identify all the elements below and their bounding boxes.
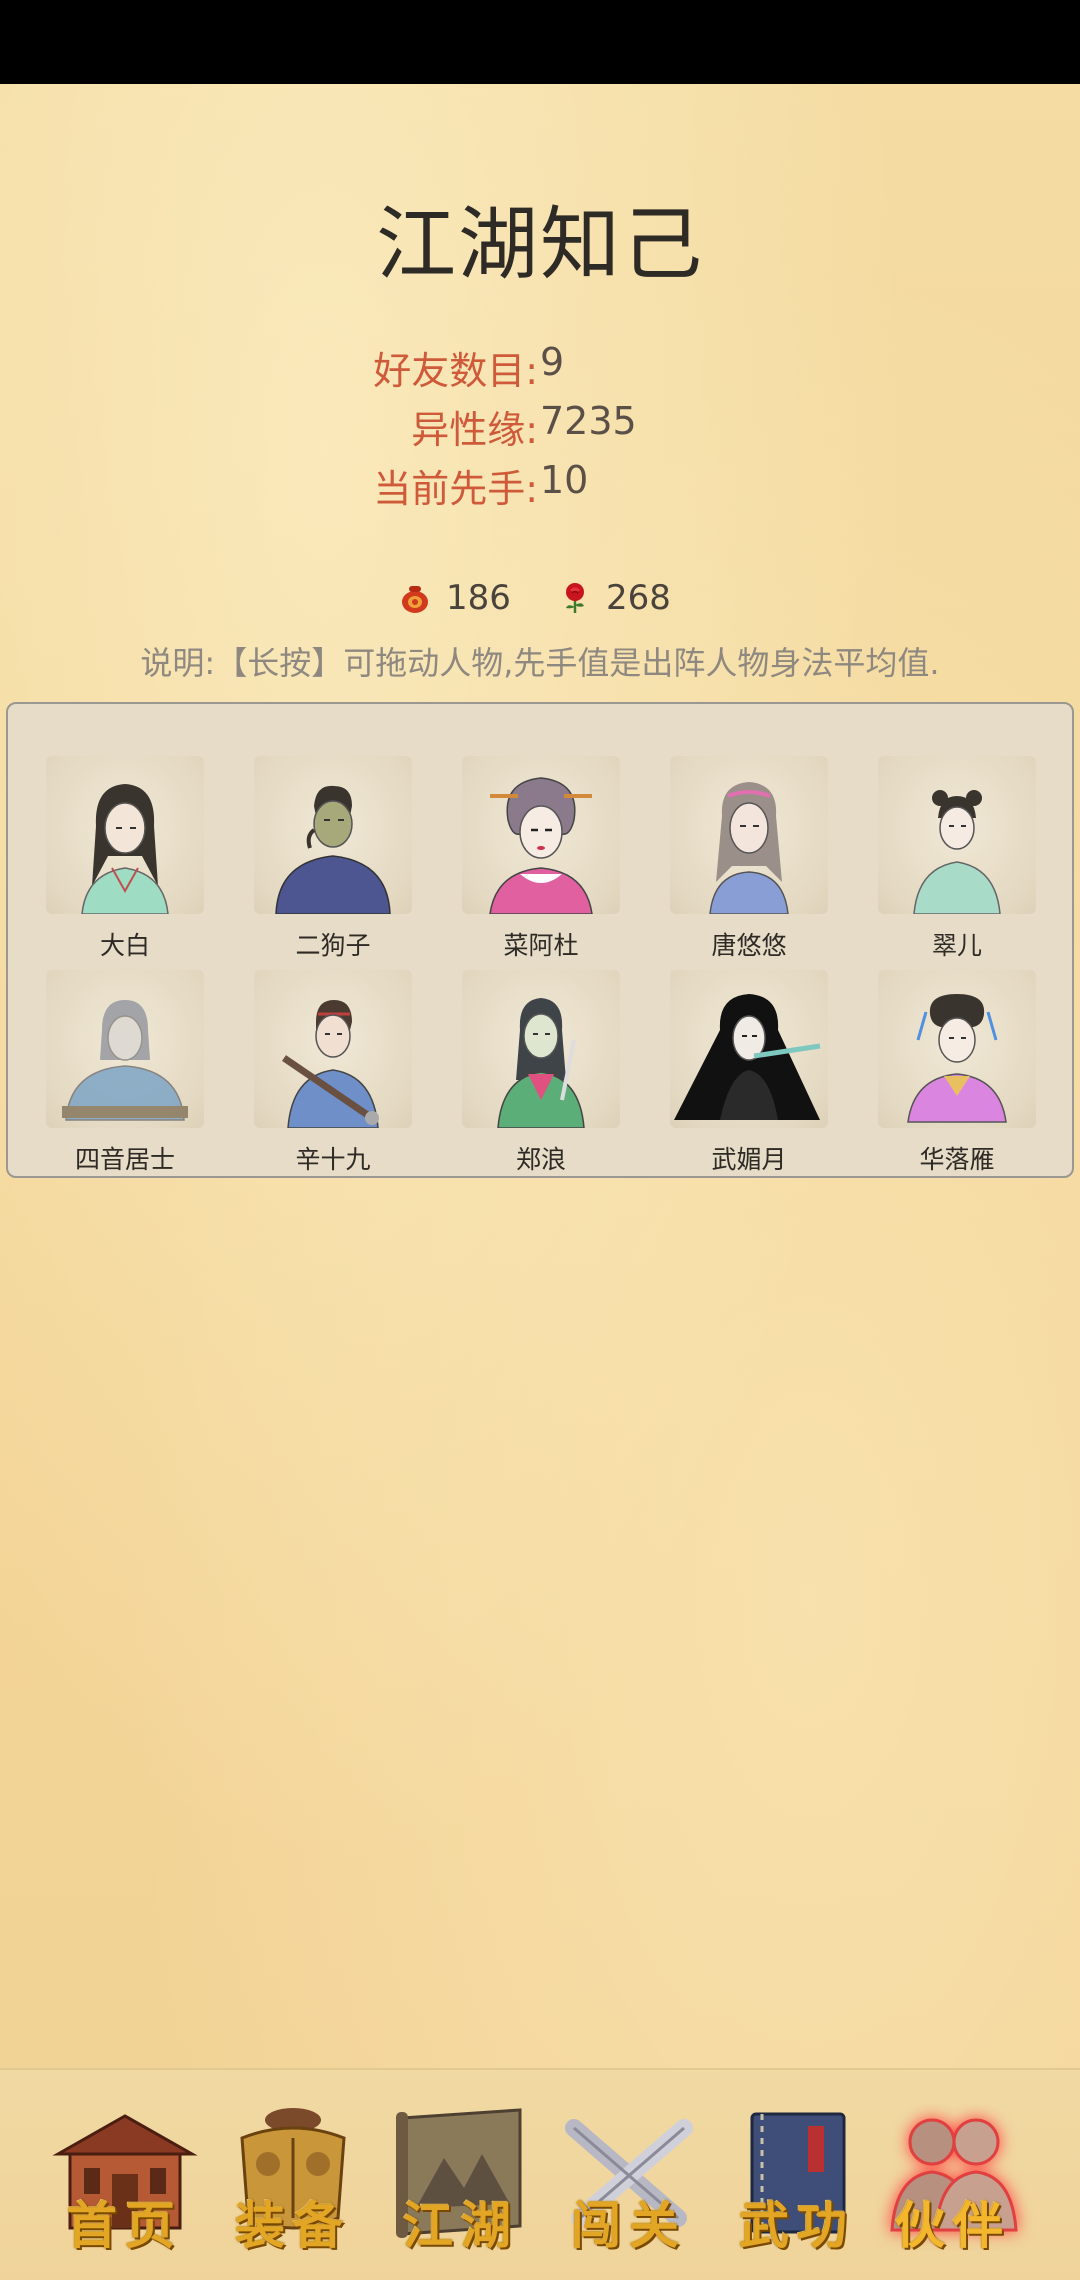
- character-card[interactable]: 二狗子: [246, 756, 416, 966]
- character-portrait: [878, 970, 1036, 1128]
- character-name: 四音居士: [74, 1145, 175, 1174]
- page-title: 江湖知己: [376, 198, 704, 291]
- nav-label: 闯关: [571, 2196, 687, 2255]
- character-portrait: [254, 970, 412, 1128]
- character-card[interactable]: 大白: [38, 756, 208, 966]
- character-name: 辛十九: [295, 1145, 371, 1174]
- bag-currency-value: 186: [446, 578, 511, 618]
- character-card[interactable]: 菜阿杜: [454, 756, 624, 966]
- character-name: 菜阿杜: [503, 931, 579, 960]
- character-card[interactable]: 唐悠悠: [662, 756, 832, 966]
- character-portrait: [462, 756, 620, 914]
- character-name: 二狗子: [295, 931, 371, 960]
- instruction-note: 说明:【长按】可拖动人物,先手值是出阵人物身法平均值.: [140, 644, 940, 682]
- bottom-nav: 首页 装备 江湖 闯关 武功 伙伴: [0, 2068, 1080, 2280]
- character-name: 唐悠悠: [711, 931, 787, 960]
- currency-bar: 186 268: [0, 578, 1080, 628]
- character-name: 翠儿: [931, 931, 982, 960]
- rose-icon: [558, 581, 592, 615]
- character-portrait: [670, 756, 828, 914]
- nav-label: 装备: [235, 2196, 351, 2255]
- stat-friend-count: 好友数目: 9: [0, 340, 1080, 396]
- partner-grid: 大白 二狗子 菜阿杜 唐悠悠 翠儿 四音居士 辛十九 郑浪 武媚月 华落雁: [6, 702, 1074, 1178]
- bag-currency: 186: [398, 578, 511, 618]
- character-portrait: [878, 756, 1036, 914]
- stat-value: 7235: [540, 399, 637, 443]
- character-name: 华落雁: [919, 1145, 995, 1174]
- nav-partners[interactable]: 伙伴: [878, 2098, 1028, 2255]
- character-card[interactable]: 翠儿: [870, 756, 1040, 966]
- character-card[interactable]: 四音居士: [38, 970, 208, 1180]
- nav-martial-arts[interactable]: 武功: [722, 2098, 872, 2255]
- character-portrait: [670, 970, 828, 1128]
- stat-label: 异性缘:: [411, 408, 538, 452]
- character-portrait: [254, 756, 412, 914]
- nav-label: 武功: [739, 2196, 855, 2255]
- rose-currency-value: 268: [606, 578, 671, 618]
- nav-home[interactable]: 首页: [50, 2098, 200, 2255]
- character-card[interactable]: 华落雁: [870, 970, 1040, 1180]
- character-name: 武媚月: [711, 1145, 787, 1174]
- stat-charm: 异性缘: 7235: [0, 399, 1080, 455]
- stat-initiative: 当前先手: 10: [0, 458, 1080, 514]
- character-card[interactable]: 辛十九: [246, 970, 416, 1180]
- nav-equipment[interactable]: 装备: [218, 2098, 368, 2255]
- red-pouch-icon: [398, 581, 432, 615]
- character-portrait: [46, 756, 204, 914]
- character-name: 郑浪: [515, 1145, 566, 1174]
- stat-value: 10: [540, 458, 589, 502]
- rose-currency: 268: [558, 578, 671, 618]
- character-portrait: [462, 970, 620, 1128]
- character-card[interactable]: 武媚月: [662, 970, 832, 1180]
- nav-challenge[interactable]: 闯关: [554, 2098, 704, 2255]
- character-name: 大白: [99, 931, 150, 960]
- stat-label: 当前先手:: [373, 467, 538, 511]
- character-card[interactable]: 郑浪: [454, 970, 624, 1180]
- nav-label: 首页: [67, 2196, 183, 2255]
- stat-label: 好友数目:: [373, 349, 538, 393]
- nav-label: 伙伴: [895, 2196, 1011, 2255]
- stat-value: 9: [540, 340, 565, 384]
- status-bar: [0, 0, 1080, 84]
- character-portrait: [46, 970, 204, 1128]
- nav-label: 江湖: [403, 2196, 519, 2255]
- nav-jianghu[interactable]: 江湖: [386, 2098, 536, 2255]
